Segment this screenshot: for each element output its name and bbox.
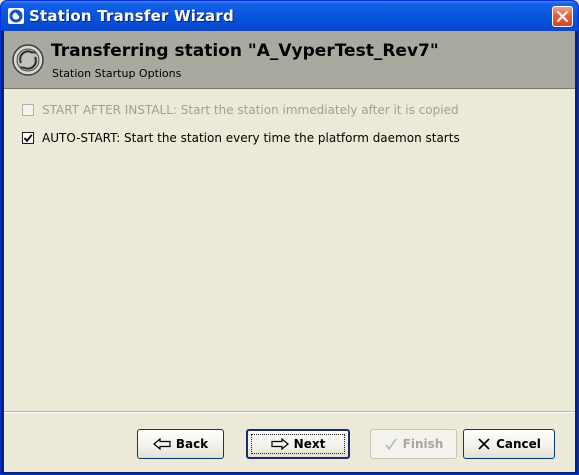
start-after-install-checkbox [22, 104, 34, 116]
station-wizard-logo-icon [8, 8, 24, 24]
auto-start-checkbox[interactable] [22, 132, 34, 144]
arrow-right-icon [271, 438, 289, 450]
window-title: Station Transfer Wizard [29, 7, 234, 25]
arrow-left-icon [152, 438, 171, 450]
cancel-button[interactable]: Cancel [463, 429, 555, 459]
back-button[interactable]: Back [137, 429, 224, 459]
checkmark-icon [384, 437, 398, 451]
wizard-header: Transferring station "A_VyperTest_Rev7" … [4, 31, 575, 89]
back-label: Back [175, 437, 209, 451]
wizard-window: Station Transfer Wizard Transferring sta… [0, 0, 579, 475]
page-subtitle: Station Startup Options [52, 67, 182, 80]
finish-label: Finish [402, 437, 444, 451]
dialog-client-area: Transferring station "A_VyperTest_Rev7" … [4, 31, 575, 472]
auto-start-label: AUTO-START: Start the station every time… [42, 131, 460, 145]
title-bar[interactable]: Station Transfer Wizard [1, 1, 578, 31]
next-button[interactable]: Next [246, 429, 350, 459]
page-title: Transferring station "A_VyperTest_Rev7" [51, 41, 439, 61]
close-icon [556, 10, 569, 23]
footer-divider-highlight [4, 412, 575, 413]
x-icon [477, 437, 491, 451]
checkmark-icon [23, 134, 33, 143]
start-after-install-label: START AFTER INSTALL: Start the station i… [42, 103, 459, 117]
next-label: Next [293, 437, 326, 451]
finish-button: Finish [370, 429, 457, 459]
station-transfer-icon [11, 43, 45, 77]
cancel-label: Cancel [496, 437, 541, 451]
close-button[interactable] [552, 6, 573, 27]
